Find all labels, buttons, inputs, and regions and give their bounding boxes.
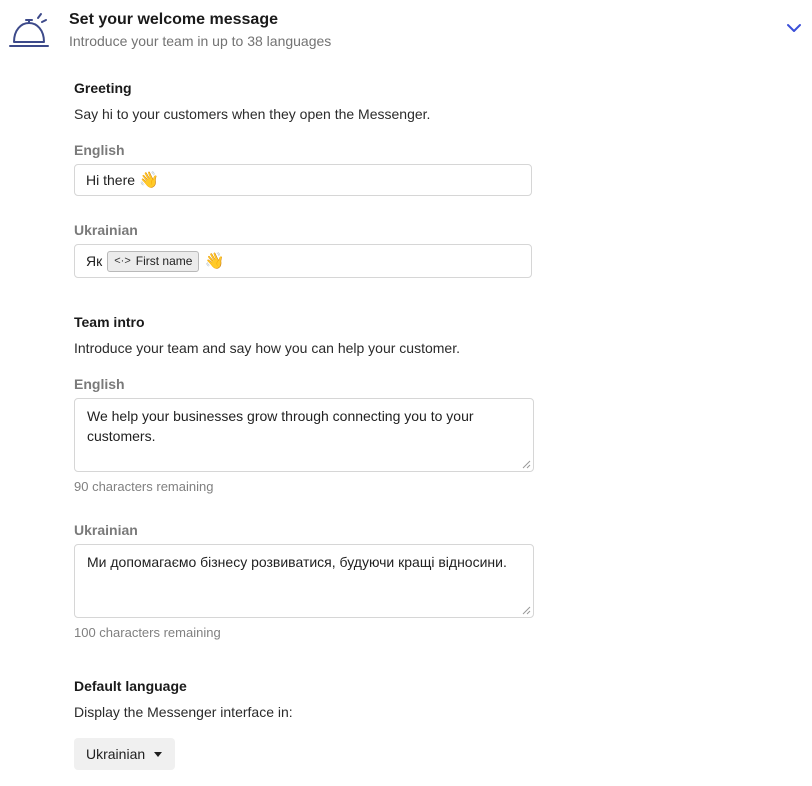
- section-subtitle: Introduce your team in up to 38 language…: [69, 33, 332, 49]
- first-name-attribute-chip[interactable]: <·> First name: [107, 250, 200, 272]
- section-title: Set your welcome message: [69, 11, 278, 28]
- chevron-down-icon[interactable]: [785, 21, 803, 35]
- team-intro-ukrainian-remaining: 100 characters remaining: [74, 625, 221, 640]
- default-language-title: Default language: [74, 678, 187, 694]
- team-intro-english-text: We help your businesses grow through con…: [87, 408, 474, 444]
- greeting-description: Say hi to your customers when they open …: [74, 106, 431, 122]
- team-intro-title: Team intro: [74, 314, 145, 330]
- greeting-ukrainian-input[interactable]: Як <·> First name 👋: [74, 244, 532, 278]
- attribute-code-icon: <·>: [114, 255, 131, 267]
- greeting-english-input[interactable]: Hi there 👋: [74, 164, 532, 196]
- greeting-title: Greeting: [74, 80, 132, 96]
- resize-handle-icon[interactable]: [522, 606, 531, 615]
- greeting-ukrainian-text: Як: [86, 253, 103, 269]
- team-intro-ukrainian-text: Ми допомагаємо бізнесу розвиватися, буду…: [87, 554, 507, 570]
- team-intro-ukrainian-textarea[interactable]: Ми допомагаємо бізнесу розвиватися, буду…: [74, 544, 534, 618]
- concierge-bell-icon: [9, 13, 49, 47]
- greeting-english-label: English: [74, 142, 125, 158]
- waving-hand-icon: 👋: [204, 253, 225, 270]
- waving-hand-icon: 👋: [139, 172, 159, 189]
- greeting-ukrainian-label: Ukrainian: [74, 222, 138, 238]
- default-language-description: Display the Messenger interface in:: [74, 704, 293, 720]
- chip-label: First name: [135, 254, 193, 268]
- default-language-value: Ukrainian: [86, 746, 146, 762]
- default-language-select[interactable]: Ukrainian: [74, 738, 175, 770]
- greeting-english-text: Hi there: [86, 172, 136, 188]
- team-intro-ukrainian-label: Ukrainian: [74, 522, 138, 538]
- team-intro-description: Introduce your team and say how you can …: [74, 340, 460, 356]
- team-intro-english-remaining: 90 characters remaining: [74, 479, 214, 494]
- section-header[interactable]: Set your welcome message Introduce your …: [0, 0, 812, 60]
- team-intro-english-textarea[interactable]: We help your businesses grow through con…: [74, 398, 534, 472]
- caret-down-icon: [154, 751, 163, 757]
- resize-handle-icon[interactable]: [522, 460, 531, 469]
- team-intro-english-label: English: [74, 376, 125, 392]
